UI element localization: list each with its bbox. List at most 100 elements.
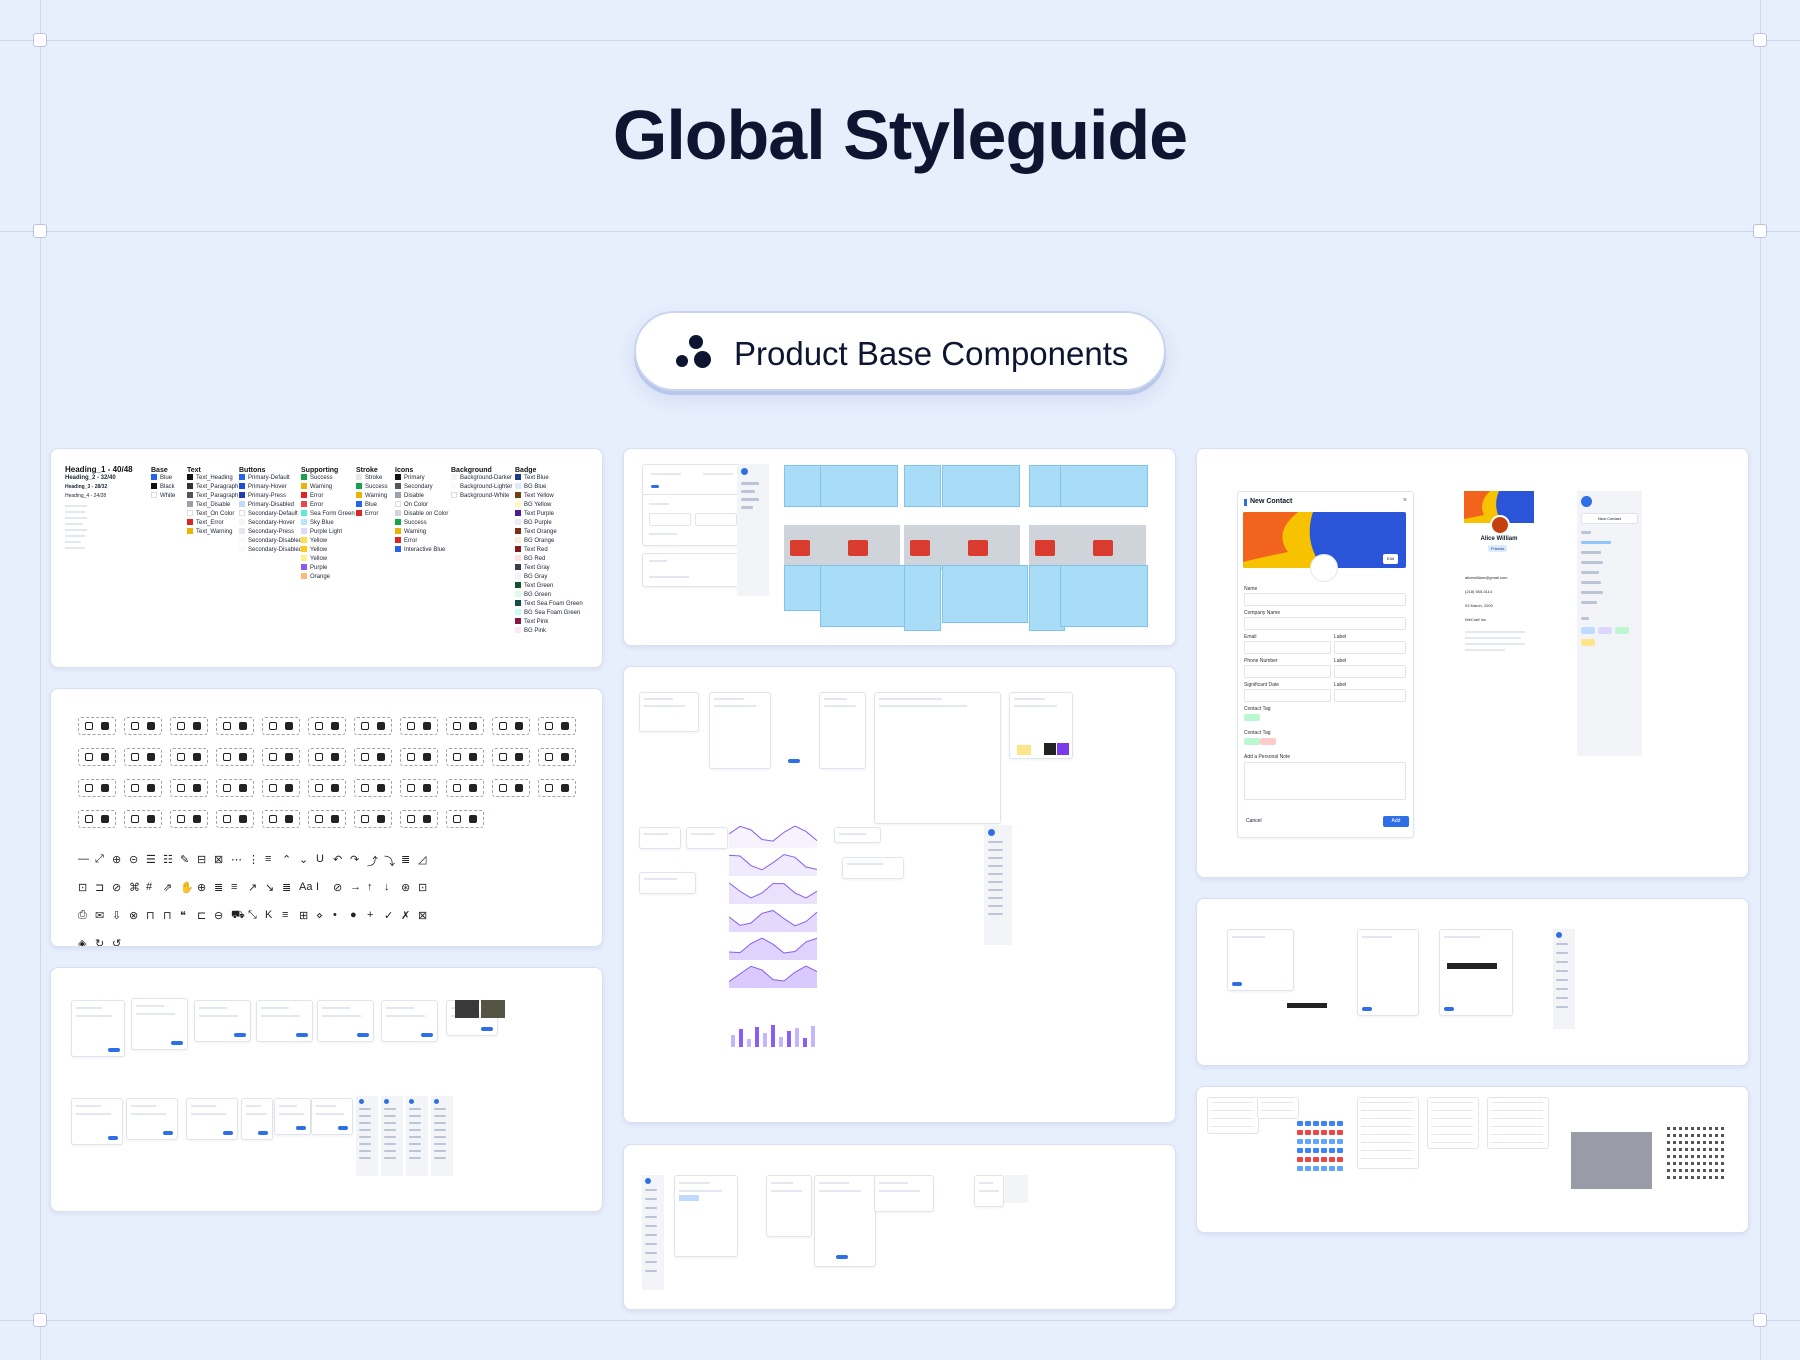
swatch-label: Sea Form Green (310, 511, 355, 517)
selection-handle[interactable] (33, 33, 47, 47)
menu-line (1556, 988, 1568, 990)
logo-dot (1556, 932, 1562, 938)
text-line (691, 833, 715, 835)
swatch-label: Primary-Default (248, 475, 290, 481)
cards-gallery-card[interactable] (623, 448, 1176, 646)
glyph-icon: ✋ (180, 882, 194, 894)
filled-icon (377, 784, 385, 792)
company-field[interactable] (1244, 617, 1406, 630)
swatch-label: BG Purple (524, 520, 552, 526)
dot-glyph (1679, 1155, 1682, 1158)
name-field[interactable] (1244, 593, 1406, 606)
selection-handle[interactable] (1753, 224, 1767, 238)
note-textarea[interactable] (1244, 762, 1406, 800)
messages-card[interactable] (1196, 898, 1749, 1066)
new-contact-button[interactable]: New Contact (1581, 513, 1638, 524)
tag-chip[interactable] (1244, 738, 1260, 745)
swatch-label: Sky Blue (310, 520, 334, 526)
selection-handle[interactable] (1753, 1313, 1767, 1327)
dashboard-panel (686, 827, 728, 849)
dot-glyph (1715, 1169, 1718, 1172)
popovers-card[interactable] (623, 1144, 1176, 1310)
color-column-supporting: Supporting Success Warning Error Error S… (301, 467, 355, 582)
new-contact-card[interactable]: New Contact × Edit Name Company Name Ema… (1196, 448, 1749, 878)
popover-panel (874, 1175, 934, 1212)
close-icon[interactable]: × (1403, 497, 1407, 504)
table-cell (1305, 1121, 1311, 1126)
tag-chip[interactable] (1598, 627, 1612, 634)
area-charts-stack (729, 825, 818, 1047)
avatar-placeholder[interactable] (1310, 554, 1338, 582)
row-line (1491, 1126, 1543, 1127)
swatch-label: Purple Light (310, 529, 343, 535)
styles-card[interactable]: Heading_1 - 40/48 Heading_2 - 32/40 Head… (50, 448, 603, 668)
icons-card[interactable]: — ⤢ ⊕ ⊝ ☰ ☷ ✎ ⊟ ⊠ ⋯ ⋮ ≡ ⌃ ⌄ U ↶ ↷ ⤴ ⤵ ≣ ◿ ⊡ ⊐ ⊘ ⌘ # ⇗ ✋ ⊕ ≣ ≡ ↗ ↘ ≣ Aa I ⊘ → ↑… (50, 688, 603, 947)
product-base-components-pill[interactable]: Product Base Components (634, 311, 1166, 391)
heading-scale: Heading_1 - 40/48 Heading_2 - 32/40 Head… (65, 465, 133, 553)
dot-glyph (1721, 1148, 1724, 1151)
filled-icon (423, 722, 431, 730)
color-column-background: Background Background-Darker Background-… (451, 467, 512, 501)
row-line (1361, 1126, 1413, 1127)
dot-glyph (1703, 1134, 1706, 1137)
tag-chip[interactable] (1581, 639, 1595, 646)
info-tile (1060, 465, 1148, 507)
icon-pair (308, 717, 346, 735)
glyph-icon: ↓ (384, 881, 390, 893)
swatch-label: Background-White (460, 493, 510, 499)
swatch-label: Yellow (310, 538, 328, 544)
dot-glyph (1673, 1127, 1676, 1130)
table-panel (1257, 1097, 1299, 1119)
components-overview-card[interactable] (50, 967, 603, 1212)
dot-glyph (1679, 1141, 1682, 1144)
text-line (819, 1190, 861, 1192)
text-line (76, 1015, 113, 1017)
table-cell (1297, 1157, 1303, 1162)
menu-line (434, 1157, 446, 1159)
cancel-button[interactable]: Cancel (1246, 818, 1262, 824)
heading-2-label: Heading_2 - 32/40 (65, 475, 116, 481)
tag-chip[interactable] (1581, 627, 1595, 634)
date-label-select[interactable] (1334, 689, 1406, 702)
swatch-label: Text Gray (524, 565, 550, 571)
gift-box (968, 539, 988, 556)
tag-chip[interactable] (1260, 738, 1276, 745)
menu-line (409, 1143, 421, 1145)
menu-line (434, 1115, 446, 1117)
table-cell (1313, 1157, 1319, 1162)
phone-field[interactable] (1244, 665, 1331, 678)
menu-line (359, 1115, 371, 1117)
edit-button[interactable]: Edit (1383, 554, 1398, 564)
tables-card[interactable] (1196, 1086, 1749, 1233)
table-cell (1321, 1148, 1327, 1153)
dot-glyph (1715, 1162, 1718, 1165)
text-line (644, 833, 668, 835)
selection-handle[interactable] (1753, 33, 1767, 47)
filled-icon (239, 722, 247, 730)
text-line (386, 1007, 414, 1009)
glyph-icon: ≡ (231, 881, 238, 893)
menu-line (1556, 1006, 1568, 1008)
text-line (1232, 936, 1265, 938)
add-button[interactable]: Add (1383, 816, 1409, 827)
selection-handle[interactable] (33, 1313, 47, 1327)
phone-label-select[interactable] (1334, 665, 1406, 678)
email-label-select[interactable] (1334, 641, 1406, 654)
text-line (879, 1182, 908, 1184)
tag-chip[interactable] (1615, 627, 1629, 634)
tag-chip[interactable] (1244, 714, 1260, 721)
selection-handle[interactable] (33, 224, 47, 238)
outline-icon (269, 784, 277, 792)
icon-pair (446, 810, 484, 828)
email-field[interactable] (1244, 641, 1331, 654)
outline-icon (545, 722, 553, 730)
date-field[interactable] (1244, 689, 1331, 702)
dot-glyph (1679, 1148, 1682, 1151)
logo-dot (434, 1099, 439, 1104)
dot-glyph (1673, 1134, 1676, 1137)
menu-line (988, 881, 1003, 883)
column-title: Supporting (301, 467, 339, 474)
mini-sidebar (431, 1096, 453, 1176)
dashboards-card[interactable] (623, 666, 1176, 1123)
dot-glyph (1721, 1127, 1724, 1130)
